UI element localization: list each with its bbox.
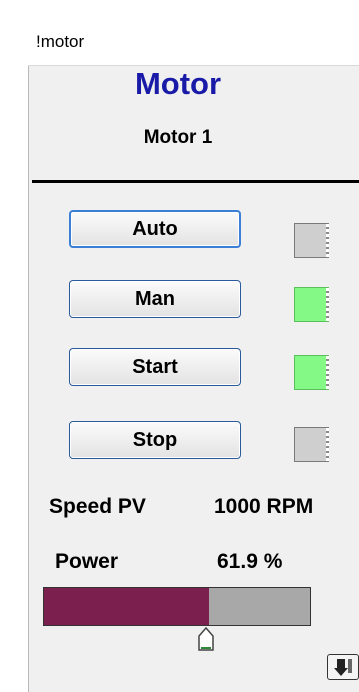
start-indicator	[294, 355, 329, 390]
start-button[interactable]: Start	[69, 348, 241, 386]
export-button[interactable]	[327, 654, 359, 680]
speed-label: Speed PV	[49, 495, 146, 518]
stop-button[interactable]: Stop	[69, 421, 241, 459]
auto-indicator	[294, 223, 329, 258]
auto-button[interactable]: Auto	[69, 210, 241, 248]
power-label: Power	[55, 550, 119, 573]
man-button[interactable]: Man	[69, 280, 241, 318]
power-value: 61.9 %	[217, 550, 283, 573]
triangle-marker-icon[interactable]	[197, 627, 215, 652]
man-indicator	[294, 287, 329, 322]
window-title: !motor	[36, 32, 85, 51]
page-subtitle: Motor 1	[143, 127, 213, 148]
export-icon	[334, 659, 352, 676]
power-bar-fill	[44, 588, 209, 625]
page-title: Motor	[134, 66, 222, 101]
stop-indicator	[294, 427, 329, 462]
title-bar: !motor	[28, 20, 359, 66]
speed-value: 1000 RPM	[214, 495, 314, 518]
header-divider	[32, 180, 359, 183]
power-bar	[43, 587, 311, 626]
